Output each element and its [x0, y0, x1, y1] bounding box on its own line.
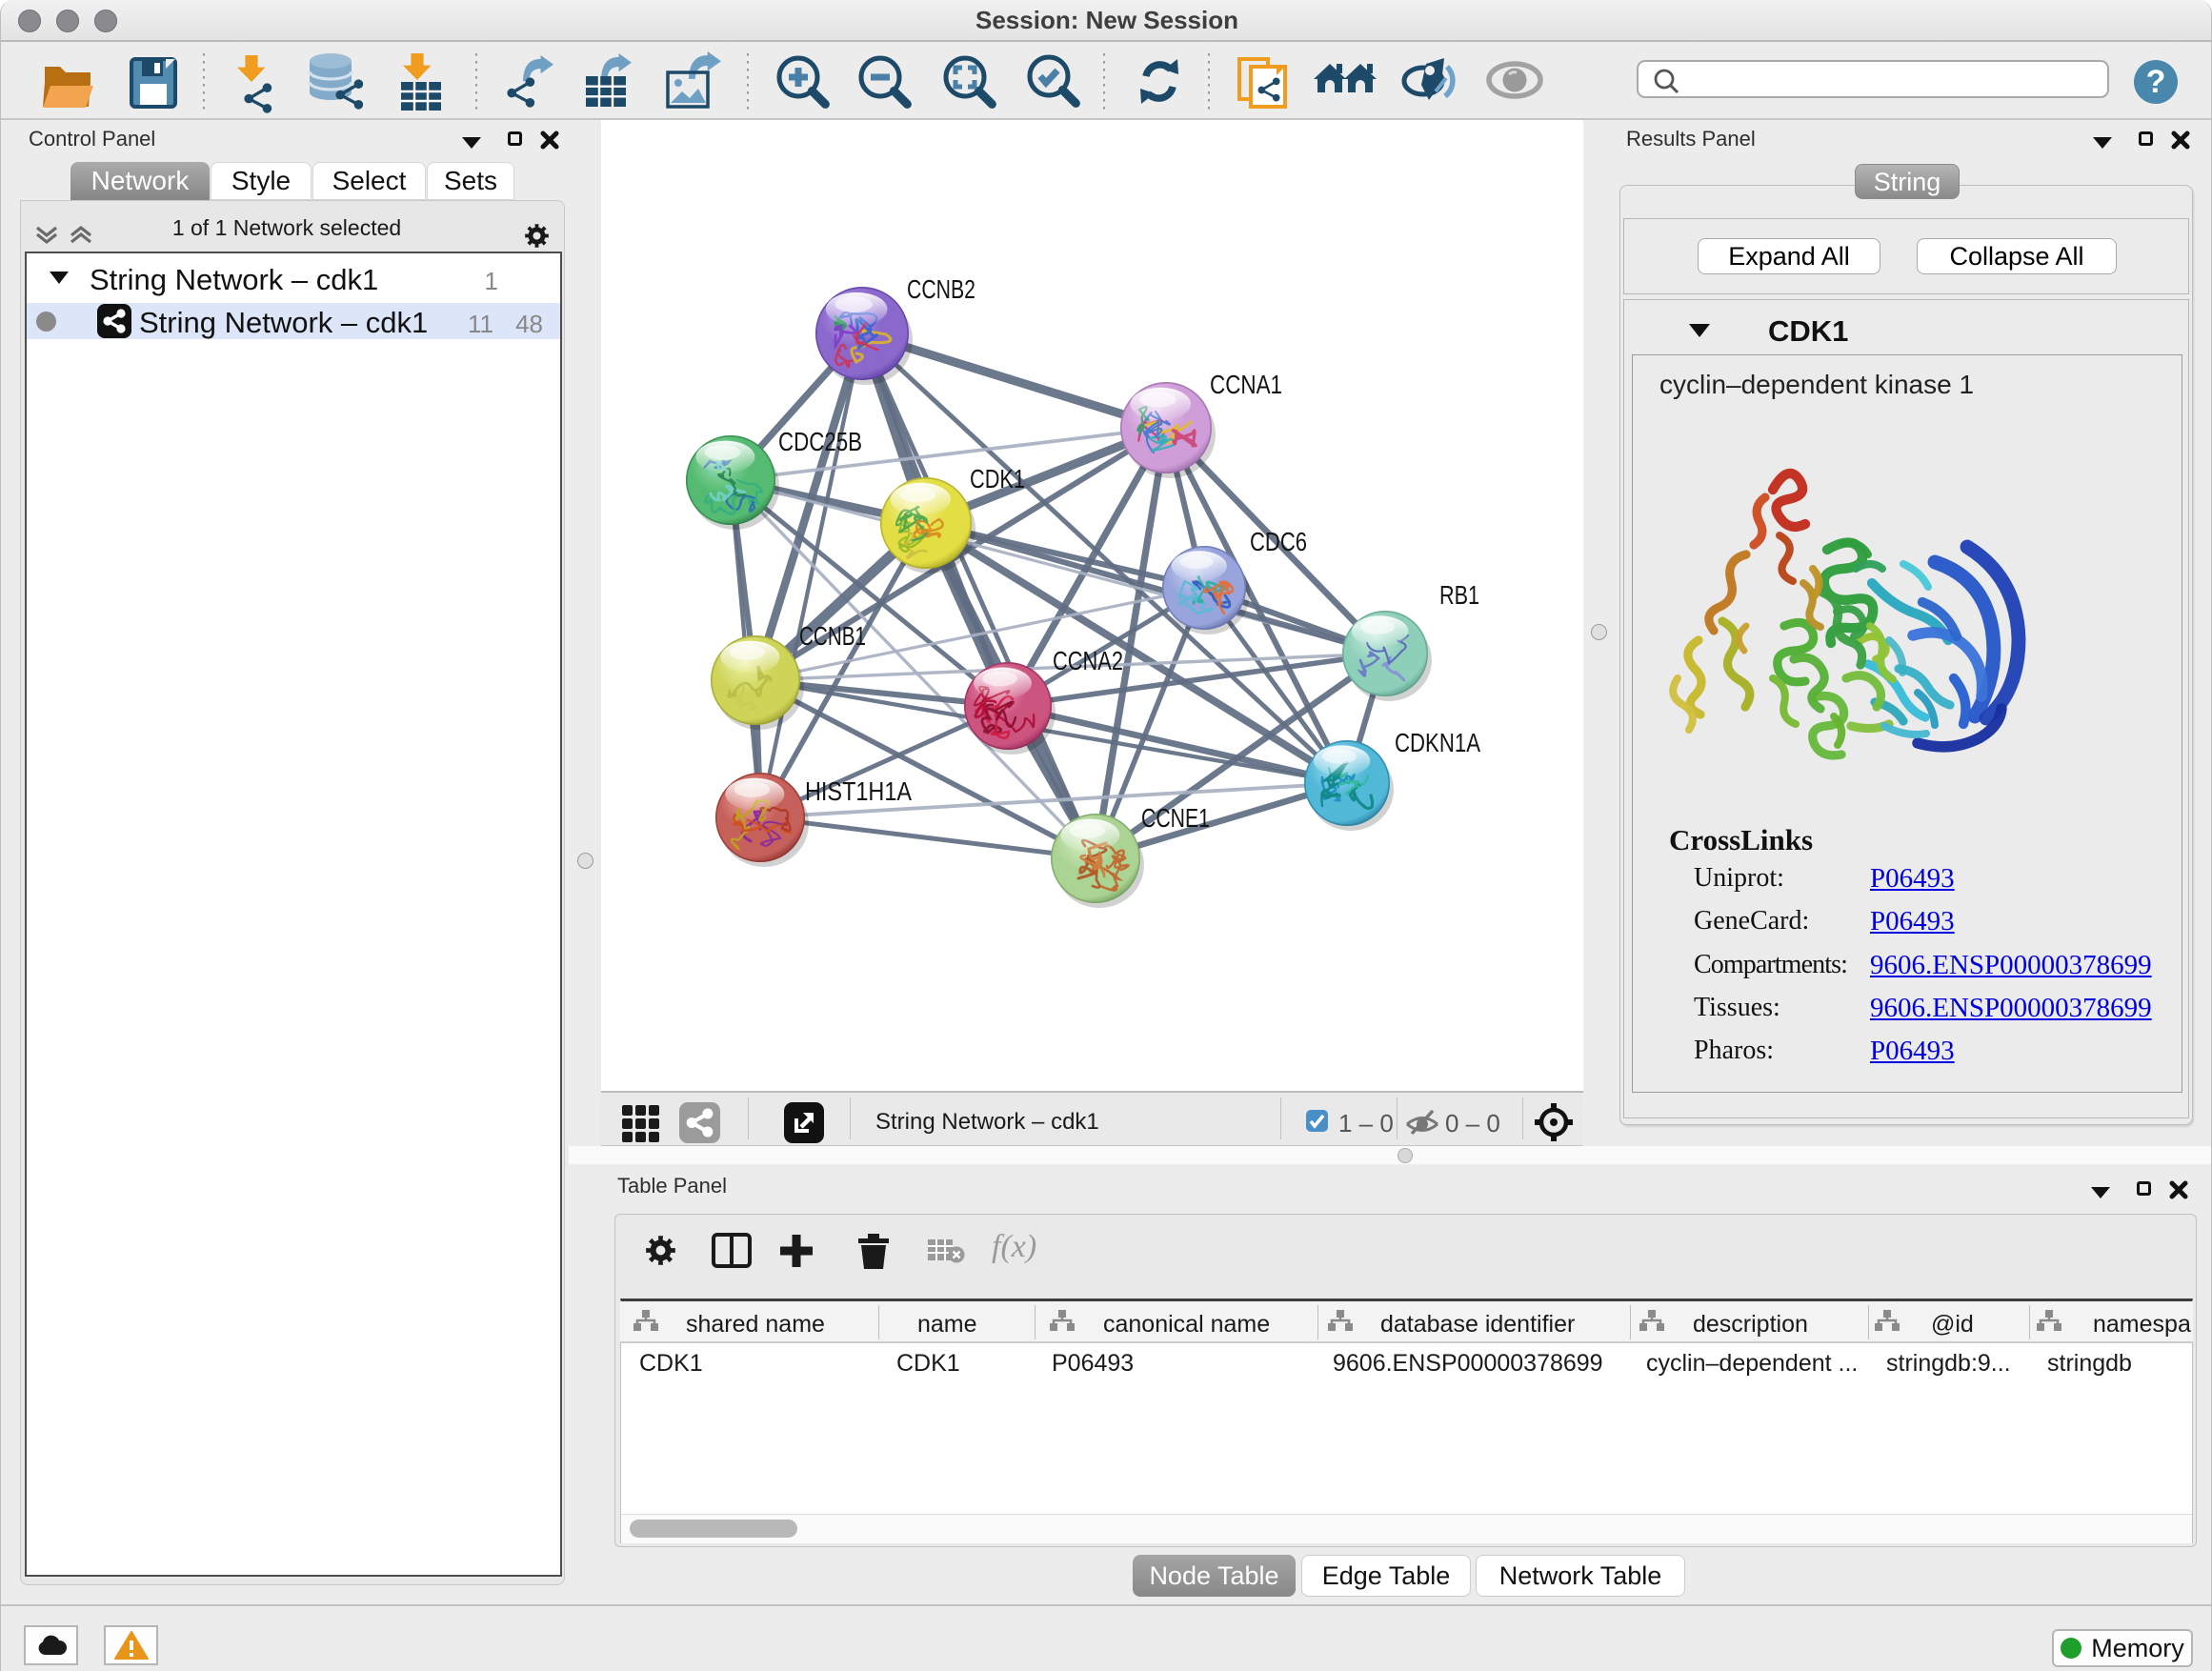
- svg-text:CDC25B: CDC25B: [778, 427, 862, 456]
- svg-text:HIST1H1A: HIST1H1A: [805, 776, 912, 806]
- svg-text:CCNA1: CCNA1: [1210, 370, 1282, 399]
- svg-text:CCNB1: CCNB1: [799, 621, 866, 651]
- svg-text:CDKN1A: CDKN1A: [1395, 728, 1480, 757]
- svg-text:RB1: RB1: [1439, 580, 1479, 610]
- svg-text:CCNE1: CCNE1: [1141, 803, 1210, 833]
- svg-text:CCNB2: CCNB2: [907, 274, 975, 304]
- svg-text:CDK1: CDK1: [970, 464, 1025, 493]
- svg-text:CCNA2: CCNA2: [1053, 646, 1123, 675]
- svg-text:CDC6: CDC6: [1250, 527, 1307, 556]
